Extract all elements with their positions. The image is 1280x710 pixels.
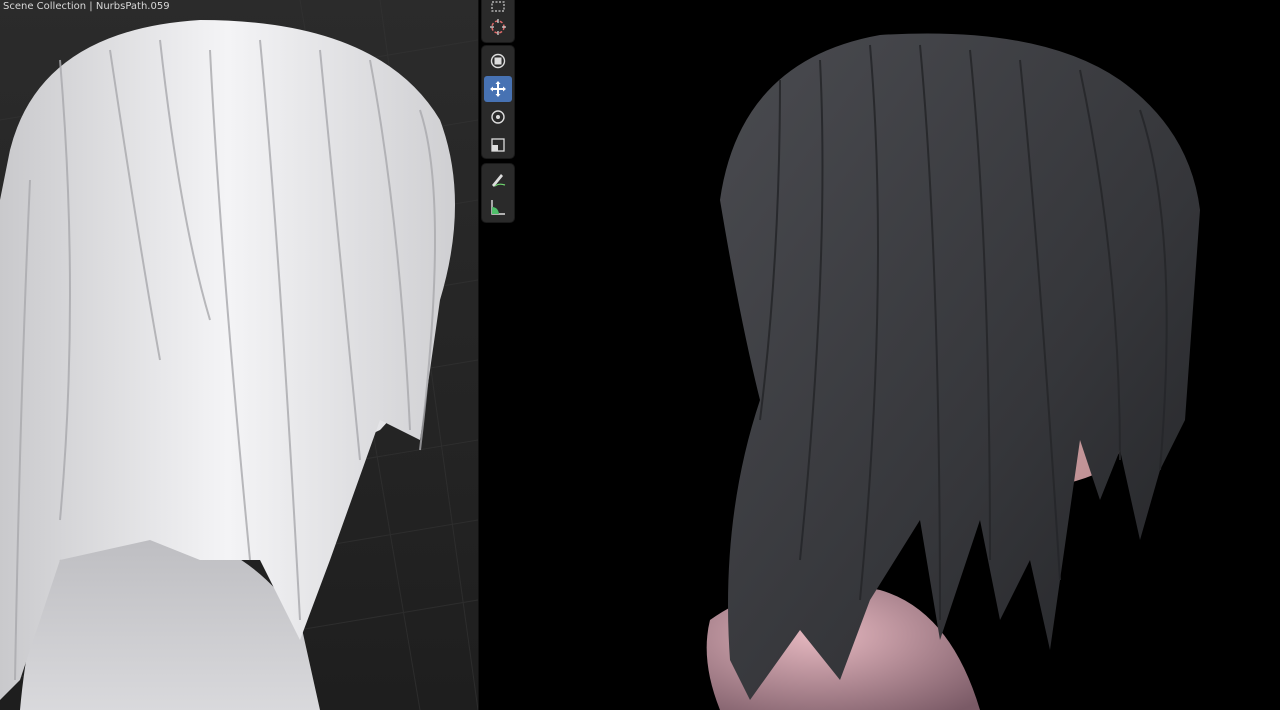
viewport-divider[interactable] xyxy=(478,0,479,710)
rendered-model xyxy=(706,33,1200,710)
measure-icon[interactable] xyxy=(484,194,512,220)
move-icon[interactable] xyxy=(484,76,512,102)
viewport-solid[interactable]: Scene Collection | NurbsPath.059 xyxy=(0,0,478,710)
viewport-rendered[interactable] xyxy=(520,0,1280,710)
rotate-icon[interactable] xyxy=(484,104,512,130)
annotate-icon[interactable] xyxy=(484,166,512,192)
tool-group-annotate xyxy=(482,164,514,222)
transform-icon[interactable] xyxy=(484,48,512,74)
tool-group-transform xyxy=(482,46,514,158)
clay-model-render xyxy=(0,0,478,710)
tool-group-select xyxy=(482,0,514,42)
cursor-icon[interactable] xyxy=(484,14,512,40)
viewport-header-text: Scene Collection | NurbsPath.059 xyxy=(3,1,170,12)
scale-icon[interactable] xyxy=(484,132,512,158)
